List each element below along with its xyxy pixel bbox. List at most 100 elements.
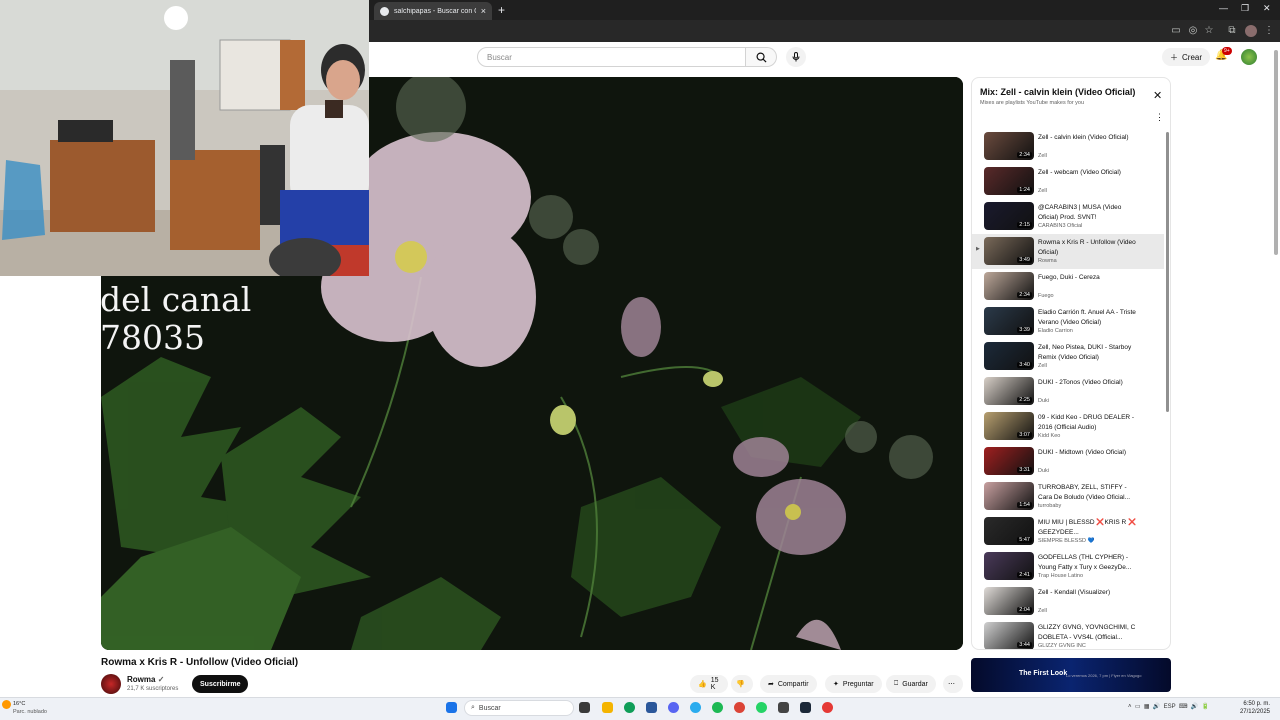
telegram-icon[interactable] (690, 702, 701, 713)
playlist-item[interactable]: 2:04 Zell - Kendall (Visualizer) Zell (972, 584, 1164, 619)
create-button[interactable]: ＋ Crear (1162, 48, 1211, 66)
plus-icon: ＋ (1170, 52, 1178, 62)
playlist-item-duration: 3:31 (1017, 467, 1032, 473)
weather-icon[interactable] (2, 700, 11, 709)
start-icon[interactable] (446, 702, 457, 713)
subscriber-count: 21,7 K suscriptores (127, 686, 179, 692)
playlist-item[interactable]: 3:39 Eladio Carrión ft. Anuel AA - Triste… (972, 304, 1164, 339)
taskbar-clock[interactable]: 6:50 p. m. 27/12/2025 (1236, 700, 1270, 716)
playlist-item-channel: turrobaby (1038, 503, 1062, 509)
playlist-item-thumbnail[interactable]: 2:15 (984, 202, 1034, 230)
opera-icon[interactable] (822, 702, 833, 713)
playlist-item-channel: Zell (1038, 153, 1047, 159)
playlist-item[interactable]: 2:15 @CARABIN3 | MUSA (Video Oficial) Pro… (972, 199, 1164, 234)
extensions-icon[interactable]: ⧉ (1226, 25, 1238, 37)
playlist-item-channel: SIEMPRE BLESSD 💙 (1038, 538, 1095, 544)
whatsapp-icon[interactable] (756, 702, 767, 713)
more-horizontal-icon: ⋯ (948, 681, 955, 688)
task-view-icon[interactable] (579, 702, 590, 713)
edge-icon[interactable] (624, 702, 635, 713)
share-button[interactable]: ➦ Compartir (760, 675, 817, 693)
playlist-item[interactable]: 2:34 Fuego, Duki - Cereza Fuego (972, 269, 1164, 304)
playlist-item-title: Rowma x Kris R - Unfollow (Video Oficial… (1038, 239, 1136, 256)
new-tab-icon[interactable]: + (498, 3, 505, 17)
maximize-icon[interactable]: ❐ (1241, 3, 1249, 14)
spotify-icon[interactable] (712, 702, 723, 713)
playlist-scrollbar[interactable] (1166, 132, 1169, 412)
more-actions-button[interactable]: ⋯ (943, 675, 963, 693)
ad-banner[interactable]: The First Look Lo veremos 2026, 7 pm | F… (971, 658, 1171, 692)
steam-icon[interactable] (800, 702, 811, 713)
subscribe-button[interactable]: Suscribirme (192, 675, 249, 693)
account-avatar[interactable] (1241, 49, 1257, 65)
ask-button[interactable]: ✦ Preguntar (825, 675, 882, 693)
playlist-item-thumbnail[interactable]: 1:54 (984, 482, 1034, 510)
playlist-item-thumbnail[interactable]: 2:41 (984, 552, 1034, 580)
google-favicon-icon (380, 6, 389, 16)
playlist-item[interactable]: 2:34 Zell - calvin klein (Video Oficial) Z… (972, 129, 1164, 164)
eye-off-icon[interactable]: ◎ (1187, 25, 1199, 37)
minimize-icon[interactable]: — (1219, 3, 1228, 13)
bookmark-icon: ⎕ (894, 680, 899, 687)
tab-close-icon[interactable]: × (481, 6, 486, 16)
profile-icon[interactable] (1245, 25, 1257, 37)
channel-name[interactable]: Rowma ✓ (127, 675, 164, 684)
bookmark-star-icon[interactable]: ☆ (1203, 25, 1215, 37)
browser-tab[interactable]: salchipapas - Buscar con Google × (374, 2, 492, 20)
playlist-item-thumbnail[interactable]: 2:04 (984, 587, 1034, 615)
playlist-item-duration: 3:07 (1017, 432, 1032, 438)
clock-date: 27/12/2025 (1239, 709, 1270, 715)
playlist-item[interactable]: ▶ 3:49 Rowma x Kris R - Unfollow (Video Of… (972, 234, 1164, 269)
playlist-items: 2:34 Zell - calvin klein (Video Oficial) Z… (972, 129, 1164, 649)
playlist-item-thumbnail[interactable]: 2:34 (984, 132, 1034, 160)
channel-name-text: Rowma (127, 675, 156, 684)
playlist-item-thumbnail[interactable]: 3:39 (984, 307, 1034, 335)
playlist-item[interactable]: 5:47 MIU MIU | BLESSD ❌KRIS R ❌ GEEZYDEE.… (972, 514, 1164, 549)
playlist-item[interactable]: 1:54 TURROBABY, ZELL, STIFFY - Cara De Bo… (972, 479, 1164, 514)
channel-avatar[interactable] (101, 674, 121, 694)
playlist-item-thumbnail[interactable]: 3:07 (984, 412, 1034, 440)
playlist-item-thumbnail[interactable]: 5:47 (984, 517, 1034, 545)
playlist-item-channel: Duki (1038, 398, 1050, 404)
playlist-item[interactable]: 3:44 GLIZZY GVNG, YOVNGCHIMI, C DOBLETA -… (972, 619, 1164, 649)
obs-icon[interactable] (778, 702, 789, 713)
taskbar-search-input[interactable]: ⌕ Buscar (464, 700, 574, 716)
search-input[interactable]: Buscar (477, 47, 746, 67)
search-icon: ⌕ (471, 704, 475, 711)
playlist-item[interactable]: 2:25 DUKI - 2Tonos (Video Oficial) Duki (972, 374, 1164, 409)
chrome-icon[interactable] (734, 702, 745, 713)
webcam-overlay (0, 0, 369, 276)
playlist-item-title: MIU MIU | BLESSD ❌KRIS R ❌ GEEZYDEE... (1038, 519, 1137, 536)
playlist-item-thumbnail[interactable]: 2:25 (984, 377, 1034, 405)
save-button[interactable]: ⎕ Guardar (886, 675, 936, 693)
browser-menu-icon[interactable]: ⋮ (1263, 25, 1275, 37)
file-explorer-icon[interactable] (602, 702, 613, 713)
system-tray[interactable]: ˄ ▭ ▦ 🔊 ESP ⌨ 🔊 🔋 (1128, 703, 1209, 710)
playlist-item-duration: 3:49 (1017, 257, 1032, 263)
close-window-icon[interactable]: ✕ (1263, 3, 1271, 14)
playlist-item[interactable]: 1:24 Zell - webcam (Video Oficial) Zell (972, 164, 1164, 199)
playlist-item[interactable]: 3:07 09 - Kidd Keo - DRUG DEALER - 2016 (… (972, 409, 1164, 444)
playlist-item-thumbnail[interactable]: 2:34 (984, 272, 1034, 300)
playlist-item-thumbnail[interactable]: 3:49 (984, 237, 1034, 265)
search-button[interactable] (746, 47, 777, 67)
store-icon[interactable] (646, 702, 657, 713)
cast-icon[interactable]: ▭ (1170, 25, 1182, 37)
page-scrollbar[interactable] (1274, 50, 1278, 255)
weather-widget[interactable]: 16°C Parc. nublado (13, 700, 47, 716)
close-icon[interactable]: ✕ (1153, 89, 1162, 102)
playlist-item-thumbnail[interactable]: 1:24 (984, 167, 1034, 195)
playlist-item-thumbnail[interactable]: 3:31 (984, 447, 1034, 475)
playlist-item[interactable]: 3:31 DUKI - Midtown (Video Oficial) Duki (972, 444, 1164, 479)
voice-search-button[interactable] (786, 47, 806, 67)
more-vertical-icon[interactable]: ⋮ (1155, 112, 1164, 123)
playlist-item-thumbnail[interactable]: 3:44 (984, 622, 1034, 649)
dislike-button[interactable]: 👎 (731, 675, 753, 693)
playlist-item[interactable]: 2:41 GODFELLAS (THL CYPHER) - Young Fatty… (972, 549, 1164, 584)
playlist-item-channel: Trap House Latino (1038, 573, 1084, 579)
like-button[interactable]: 👍 15 K (690, 675, 728, 693)
clock-time: 6:50 p. m. (1243, 701, 1270, 707)
discord-icon[interactable] (668, 702, 679, 713)
playlist-item-thumbnail[interactable]: 3:40 (984, 342, 1034, 370)
playlist-item[interactable]: 3:40 Zell, Neo Pistea, DUKI - Starboy Rem… (972, 339, 1164, 374)
